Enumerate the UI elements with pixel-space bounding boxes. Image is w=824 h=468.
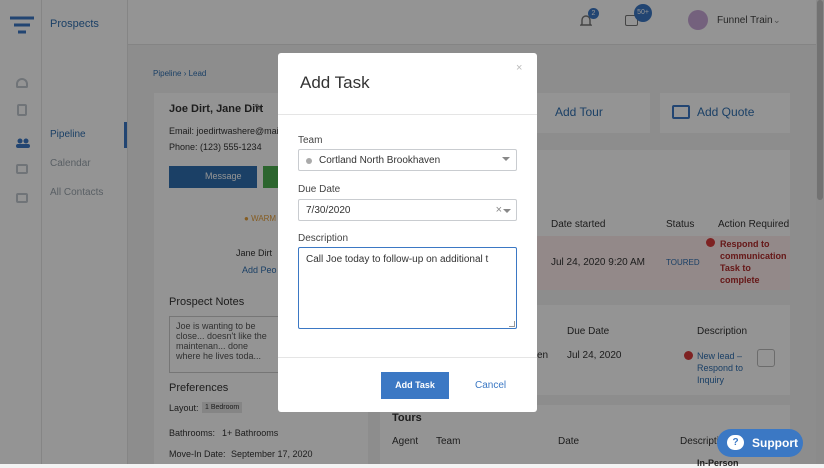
- chevron-down-icon[interactable]: [503, 209, 511, 213]
- team-value: Cortland North Brookhaven: [319, 155, 441, 166]
- resize-handle-icon[interactable]: [509, 321, 515, 327]
- due-date-label: Due Date: [298, 184, 341, 195]
- due-date-value: 7/30/2020: [306, 205, 351, 216]
- support-button[interactable]: ? Support: [717, 429, 803, 457]
- cancel-button[interactable]: Cancel: [475, 380, 506, 391]
- modal-title: Add Task: [300, 73, 370, 92]
- close-icon[interactable]: ×: [516, 62, 522, 74]
- team-label: Team: [298, 135, 323, 146]
- add-task-button[interactable]: Add Task: [381, 372, 449, 399]
- description-label: Description: [298, 233, 349, 244]
- add-task-modal: Add Task × Team Cortland North Brookhave…: [278, 53, 537, 412]
- chevron-down-icon: [502, 157, 510, 161]
- modal-divider-top: [278, 114, 537, 115]
- help-icon: ?: [727, 435, 744, 450]
- add-task-button-label: Add Task: [395, 380, 435, 390]
- due-date-field[interactable]: 7/30/2020 ×: [298, 199, 517, 221]
- team-status-dot: [306, 158, 312, 164]
- clear-icon[interactable]: ×: [496, 204, 502, 216]
- description-textarea[interactable]: Call Joe today to follow-up on additiona…: [298, 247, 517, 329]
- description-value: Call Joe today to follow-up on additiona…: [306, 254, 489, 265]
- modal-divider-bottom: [278, 357, 537, 358]
- team-select[interactable]: Cortland North Brookhaven: [298, 149, 517, 171]
- support-label: Support: [752, 436, 798, 450]
